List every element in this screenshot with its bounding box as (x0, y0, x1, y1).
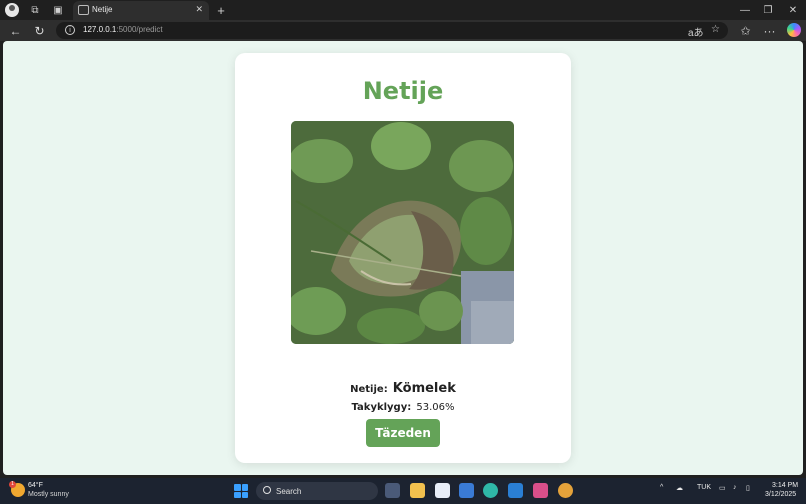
leaf-photo (291, 121, 514, 344)
confidence-line: Takyklygy: 53.06% (235, 395, 571, 414)
battery-icon[interactable]: ▯ (746, 484, 750, 492)
refresh-icon[interactable]: ↻ (32, 23, 47, 38)
close-tab-icon[interactable]: ✕ (195, 4, 203, 15)
network-icon[interactable]: ▭ (719, 484, 726, 492)
clock-time[interactable]: 3:14 PM (772, 482, 798, 489)
new-tab-icon[interactable]: + (214, 3, 228, 18)
close-window-icon[interactable]: ✕ (786, 3, 800, 17)
profile-icon[interactable] (5, 3, 19, 17)
weather-condition[interactable]: Mostly sunny (28, 491, 69, 498)
clock-date[interactable]: 3/12/2025 (765, 491, 796, 498)
app-icon[interactable] (533, 483, 548, 498)
address-bar[interactable]: i 127.0.0.1:5000/predict aあ ☆ (56, 22, 728, 39)
retry-button[interactable]: Täzeden (366, 419, 440, 447)
vscode-icon[interactable] (508, 483, 523, 498)
cloud-icon[interactable]: ☁ (676, 484, 683, 492)
language-indicator[interactable]: TUK (697, 484, 711, 491)
tab-netije[interactable]: Netije ✕ (73, 1, 209, 20)
store-icon[interactable] (459, 483, 474, 498)
favorite-star-icon[interactable]: ☆ (711, 24, 720, 35)
chrome-icon[interactable] (558, 483, 573, 498)
edge-browser-icon[interactable] (483, 483, 498, 498)
taskbar-search[interactable]: Search (256, 482, 378, 500)
restore-icon[interactable]: ❐ (761, 3, 775, 17)
site-info-icon[interactable]: i (65, 25, 75, 35)
weather-alert-badge: 1 (9, 481, 16, 488)
url-text[interactable]: 127.0.0.1:5000/predict (83, 25, 163, 34)
search-label: Search (276, 487, 302, 496)
favorites-icon[interactable]: ✩ (738, 23, 753, 38)
back-arrow-icon[interactable]: ← (8, 23, 23, 38)
workspaces-icon[interactable]: ⧉ (28, 3, 42, 17)
page-title: Netije (362, 77, 444, 105)
page-viewport: Netije Netije: Kömelek Takyklygy: 53.06%… (3, 41, 803, 475)
tab-title: Netije (92, 5, 113, 14)
browser-tab-bar: ⧉ ▣ Netije ✕ + — ❐ ✕ (0, 0, 806, 20)
notepad-icon[interactable] (435, 483, 450, 498)
windows-taskbar: 1 64°F Mostly sunny Search ^ ☁ TUK ▭ ♪ ▯… (0, 478, 806, 504)
weather-temperature[interactable]: 64°F (28, 482, 43, 489)
result-value: Kömelek (392, 381, 456, 396)
page-favicon-icon (78, 5, 89, 15)
volume-icon[interactable]: ♪ (733, 484, 737, 491)
file-explorer-icon[interactable] (410, 483, 425, 498)
confidence-value: 53.06% (416, 402, 455, 413)
read-aloud-icon[interactable]: aあ (688, 24, 704, 39)
result-label: Netije: (350, 384, 388, 395)
result-card: Netije Netije: Kömelek Takyklygy: 53.06%… (235, 53, 571, 463)
copilot-icon[interactable] (787, 23, 801, 37)
task-view-icon[interactable] (385, 483, 400, 498)
search-icon (263, 486, 271, 494)
result-line: Netije: Kömelek (235, 377, 571, 396)
more-menu-icon[interactable]: ··· (762, 23, 777, 38)
confidence-label: Takyklygy: (351, 402, 412, 413)
uploaded-leaf-image (291, 121, 514, 344)
browser-toolbar: ← ↻ i 127.0.0.1:5000/predict aあ ☆ ✩ ··· (0, 20, 806, 41)
windows-start-icon[interactable] (234, 484, 248, 498)
tab-actions-icon[interactable]: ▣ (51, 3, 65, 17)
minimize-icon[interactable]: — (738, 3, 752, 17)
show-hidden-icons-icon[interactable]: ^ (660, 484, 663, 491)
